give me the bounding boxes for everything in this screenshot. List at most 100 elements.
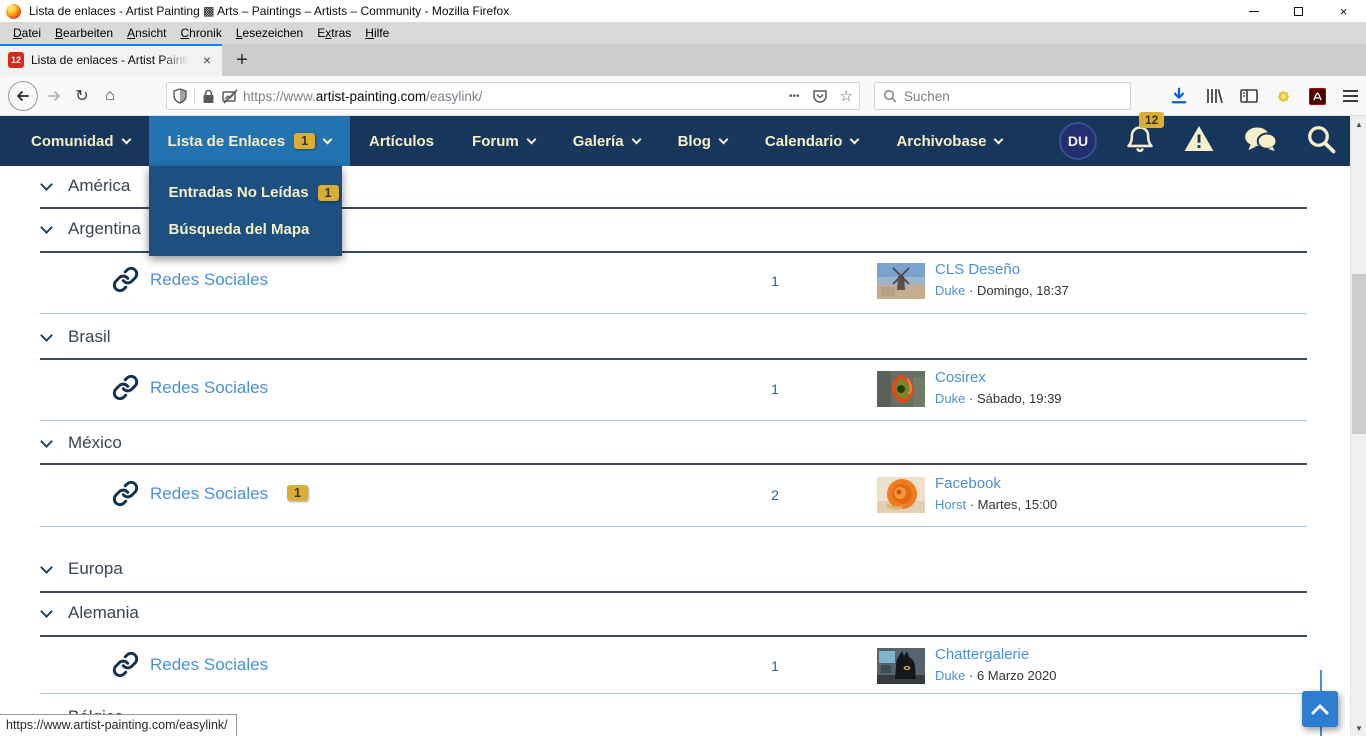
sidebar-icon[interactable] (1240, 88, 1258, 104)
forward-arrow-icon (46, 88, 62, 104)
chevron-down-icon (40, 221, 53, 234)
downloads-icon[interactable] (1170, 87, 1188, 105)
nav-item-calendario[interactable]: Calendario (746, 116, 878, 166)
scrollbar-down-icon[interactable]: ▼ (1351, 720, 1366, 736)
author-link[interactable]: Duke (935, 391, 965, 406)
link-redes-sociales[interactable]: Redes Sociales (150, 270, 268, 290)
chevron-down-icon (40, 435, 53, 448)
chevron-down-icon (850, 134, 860, 144)
bookmark-star-icon[interactable]: ☆ (840, 87, 853, 105)
chevron-down-icon (526, 134, 536, 144)
entry-title[interactable]: Chattergalerie (935, 646, 1056, 663)
acrobat-icon[interactable] (1309, 88, 1326, 105)
search-bar[interactable] (874, 82, 1131, 110)
menu-hamburger-icon[interactable] (1343, 90, 1358, 102)
entry-title[interactable]: Cosirex (935, 369, 1062, 386)
chevron-up-icon (1311, 703, 1329, 715)
menu-datei[interactable]: Datei (6, 24, 48, 42)
divider (40, 635, 1307, 637)
link-redes-sociales[interactable]: Redes Sociales (150, 484, 268, 504)
category-america[interactable]: América (40, 176, 130, 196)
lock-icon[interactable] (202, 89, 215, 104)
dropdown-item-entradas-no-leidas[interactable]: Entradas No Leídas1 (149, 174, 342, 211)
scrollbar-thumb[interactable] (1352, 274, 1366, 434)
notifications-button[interactable]: 12 (1126, 124, 1154, 159)
site-search-button[interactable] (1306, 124, 1336, 159)
menu-hilfe[interactable]: Hilfe (358, 24, 396, 42)
close-button[interactable]: × (1321, 0, 1366, 22)
divider (40, 420, 1307, 421)
nav-item-forum[interactable]: Forum (453, 116, 554, 166)
nav-item-archivobase[interactable]: Archivobase (877, 116, 1021, 166)
dropdown-badge: 1 (318, 185, 339, 201)
dropdown-item-busqueda-del-mapa[interactable]: Búsqueda del Mapa (149, 211, 342, 248)
tab-lista-de-enlaces[interactable]: 12 Lista de enlaces - Artist Paintin × (0, 44, 222, 76)
page-scrollbar[interactable]: ▲ ▼ (1350, 116, 1366, 736)
pocket-icon[interactable] (812, 88, 828, 104)
minimize-button[interactable] (1231, 0, 1276, 22)
entry-count: 1 (750, 273, 800, 289)
category-brasil[interactable]: Brasil (40, 327, 111, 347)
menu-bearbeiten[interactable]: Bearbeiten (48, 24, 120, 42)
link-redes-sociales[interactable]: Redes Sociales (150, 655, 268, 675)
divider (40, 693, 1307, 694)
nav-item-galeria[interactable]: Galería (554, 116, 659, 166)
category-europa[interactable]: Europa (40, 559, 123, 579)
author-link[interactable]: Duke (935, 668, 965, 683)
urlbar-separator (194, 88, 195, 104)
thumbnail-tulip[interactable] (877, 371, 925, 407)
url-text[interactable]: https://www.artist-painting.com/easylink… (243, 89, 781, 104)
menu-ansicht[interactable]: Ansicht (120, 24, 173, 42)
entry-meta: Duke · 6 Marzo 2020 (935, 668, 1056, 683)
forward-button[interactable] (40, 82, 68, 110)
tracking-shield-icon[interactable] (173, 88, 187, 104)
entry-title[interactable]: Facebook (935, 475, 1057, 492)
thumbnail-rose[interactable] (877, 477, 925, 513)
url-bar[interactable]: https://www.artist-painting.com/easylink… (166, 82, 860, 110)
tab-close-icon[interactable]: × (198, 53, 216, 67)
library-icon[interactable] (1205, 87, 1223, 105)
back-button[interactable] (8, 81, 38, 111)
nav-item-blog[interactable]: Blog (659, 116, 746, 166)
scroll-to-top-button[interactable] (1302, 691, 1338, 727)
category-alemania[interactable]: Alemania (40, 603, 139, 623)
link-redes-sociales[interactable]: Redes Sociales (150, 378, 268, 398)
menu-lesezeichen[interactable]: Lesezeichen (229, 24, 310, 42)
nav-item-articulos[interactable]: Artículos (350, 116, 453, 166)
conversations-button[interactable] (1244, 125, 1277, 158)
reload-button[interactable]: ↻ (68, 82, 96, 110)
category-argentina[interactable]: Argentina (40, 219, 141, 239)
lista-de-enlaces-dropdown: Entradas No Leídas1 Búsqueda del Mapa (149, 166, 342, 256)
window-titlebar: Lista de enlaces - Artist Painting ▩ Art… (0, 0, 1366, 22)
extension-sun-icon[interactable] (1275, 88, 1292, 105)
back-arrow-icon (15, 88, 31, 104)
nav-item-lista-de-enlaces[interactable]: Lista de Enlaces 1 Entradas No Leídas1 B… (149, 116, 351, 166)
moderation-button[interactable] (1183, 124, 1215, 158)
menu-extras[interactable]: Extras (310, 24, 358, 42)
scrollbar-up-icon[interactable]: ▲ (1351, 116, 1366, 132)
entry-count: 1 (750, 658, 800, 674)
window-title: Lista de enlaces - Artist Painting ▩ Art… (29, 4, 509, 18)
thumbnail-windmill[interactable] (877, 263, 925, 299)
entry-title[interactable]: CLS Deseño (935, 261, 1069, 278)
status-link-tooltip: https://www.artist-painting.com/easylink… (0, 714, 237, 736)
notification-badge: 12 (1139, 112, 1164, 128)
page-actions-icon[interactable]: ••• (789, 91, 800, 102)
divider (40, 591, 1307, 593)
new-tab-button[interactable]: + (228, 46, 256, 74)
nav-item-comunidad[interactable]: Comunidad (12, 116, 149, 166)
category-mexico[interactable]: México (40, 433, 122, 453)
entry-count: 1 (750, 381, 800, 397)
search-input[interactable] (904, 89, 1104, 104)
thumbnail-comic[interactable] (877, 648, 925, 684)
user-avatar[interactable]: DU (1059, 122, 1097, 160)
permissions-icon[interactable] (222, 89, 239, 104)
home-button[interactable]: ⌂ (96, 82, 124, 110)
author-link[interactable]: Horst (935, 497, 966, 512)
maximize-button[interactable] (1276, 0, 1321, 22)
author-link[interactable]: Duke (935, 283, 965, 298)
menu-chronik[interactable]: Chronik (173, 24, 228, 42)
link-row-argentina: Redes Sociales 1 CLS Deseño Duke · Domin… (0, 260, 1307, 316)
chevron-down-icon (718, 134, 728, 144)
site-navbar: Comunidad Lista de Enlaces 1 Entradas No… (0, 116, 1366, 166)
